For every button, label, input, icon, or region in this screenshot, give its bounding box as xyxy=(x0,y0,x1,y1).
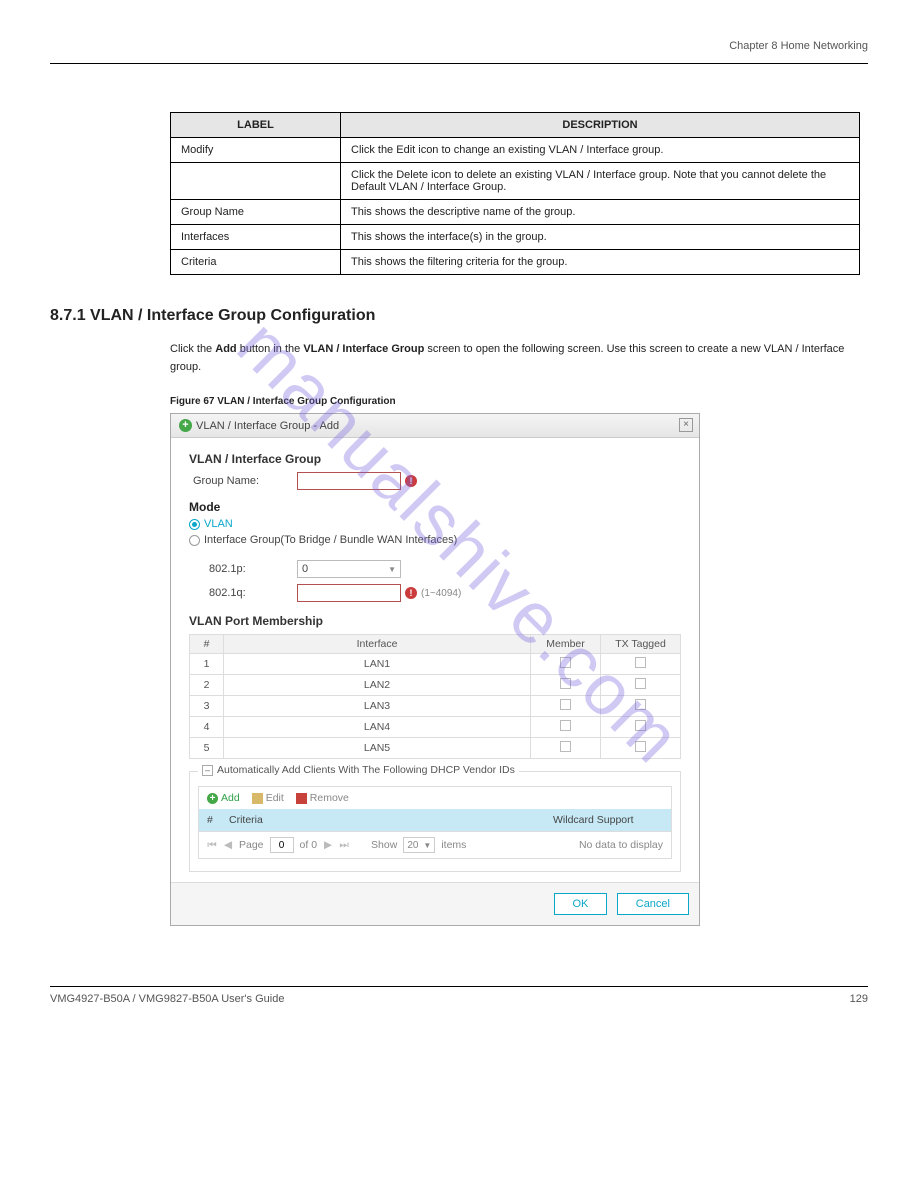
port-head-iface: Interface xyxy=(224,635,531,654)
radio-vlan-label[interactable]: VLAN xyxy=(204,518,233,530)
8021q-hint: (1~4094) xyxy=(421,588,461,599)
row-label: Criteria xyxy=(171,250,341,275)
mode-title: Mode xyxy=(189,500,681,514)
member-checkbox[interactable] xyxy=(560,699,571,710)
member-checkbox[interactable] xyxy=(560,741,571,752)
footer-left: VMG4927-B50A / VMG9827-B50A User's Guide xyxy=(50,993,284,1005)
remove-button[interactable]: Remove xyxy=(296,792,349,804)
plus-icon: + xyxy=(179,419,192,432)
port-table: # Interface Member TX Tagged 1 LAN1 2 xyxy=(189,634,681,759)
txtagged-checkbox[interactable] xyxy=(635,699,646,710)
error-icon: ! xyxy=(405,475,417,487)
txtagged-checkbox[interactable] xyxy=(635,657,646,668)
8021p-select[interactable]: 0 ▼ xyxy=(297,560,401,578)
port-head-num: # xyxy=(190,635,224,654)
pager-prev-icon[interactable]: ◀ xyxy=(223,839,233,851)
row-desc: This shows the filtering criteria for th… xyxy=(341,250,860,275)
summary-head-label: LABEL xyxy=(171,113,341,138)
radio-iface-group-label[interactable]: Interface Group(To Bridge / Bundle WAN I… xyxy=(204,534,457,546)
row-label xyxy=(171,163,341,200)
port-head-member: Member xyxy=(531,635,601,654)
port-row: 1 LAN1 xyxy=(190,654,681,675)
edit-button[interactable]: Edit xyxy=(252,792,284,804)
dhcp-vendor-group: – Automatically Add Clients With The Fol… xyxy=(189,771,681,872)
chevron-down-icon: ▼ xyxy=(388,565,396,574)
table-row: Click the Delete icon to delete an exist… xyxy=(171,163,860,200)
port-row: 2 LAN2 xyxy=(190,675,681,696)
port-membership-title: VLAN Port Membership xyxy=(189,614,681,628)
items-select[interactable]: 20 ▼ xyxy=(403,837,435,853)
footer-right: 129 xyxy=(850,993,868,1005)
row-desc: Click the Delete icon to delete an exist… xyxy=(341,163,860,200)
modal-title: VLAN / Interface Group - Add xyxy=(196,420,339,432)
ok-button[interactable]: OK xyxy=(554,893,608,915)
section-heading: 8.7.1 VLAN / Interface Group Configurati… xyxy=(50,307,868,325)
txtagged-checkbox[interactable] xyxy=(635,720,646,731)
row-label: Interfaces xyxy=(171,225,341,250)
row-label: Modify xyxy=(171,138,341,163)
section-paragraph: Click the Add button in the VLAN / Inter… xyxy=(170,341,870,376)
table-row: Group Name This shows the descriptive na… xyxy=(171,200,860,225)
header-right: Chapter 8 Home Networking xyxy=(729,40,868,52)
8021q-input[interactable] xyxy=(297,584,401,602)
pager-last-icon[interactable]: ⏭ xyxy=(339,839,349,852)
remove-icon xyxy=(296,793,307,804)
row-desc: This shows the interface(s) in the group… xyxy=(341,225,860,250)
chevron-down-icon: ▼ xyxy=(423,841,431,850)
pager-next-icon[interactable]: ▶ xyxy=(323,839,333,851)
error-icon: ! xyxy=(405,587,417,599)
port-head-tag: TX Tagged xyxy=(601,635,681,654)
group-name-label: Group Name: xyxy=(189,475,297,487)
form-title: VLAN / Interface Group xyxy=(189,452,681,466)
row-desc: Click the Edit icon to change an existin… xyxy=(341,138,860,163)
cancel-button[interactable]: Cancel xyxy=(617,893,689,915)
group-name-input[interactable] xyxy=(297,472,401,490)
port-row: 5 LAN5 xyxy=(190,738,681,759)
txtagged-checkbox[interactable] xyxy=(635,678,646,689)
criteria-header: # Criteria Wildcard Support xyxy=(198,809,672,832)
modal-dialog: + VLAN / Interface Group - Add × VLAN / … xyxy=(170,413,700,926)
table-row: Criteria This shows the filtering criter… xyxy=(171,250,860,275)
close-icon[interactable]: × xyxy=(679,418,693,432)
no-data-text: No data to display xyxy=(579,839,663,851)
table-row: Interfaces This shows the interface(s) i… xyxy=(171,225,860,250)
8021q-label: 802.1q: xyxy=(205,587,297,599)
edit-icon xyxy=(252,793,263,804)
summary-table: LABEL DESCRIPTION Modify Click the Edit … xyxy=(170,112,860,275)
table-row: Modify Click the Edit icon to change an … xyxy=(171,138,860,163)
page-header: Chapter 8 Home Networking xyxy=(50,40,868,64)
collapse-icon[interactable]: – xyxy=(202,765,213,776)
pager: ⏮ ◀ Page of 0 ▶ ⏭ Show 20 ▼ items No dat… xyxy=(198,832,672,859)
radio-vlan[interactable] xyxy=(189,519,200,530)
dhcp-legend-text: Automatically Add Clients With The Follo… xyxy=(217,764,515,776)
plus-icon: + xyxy=(207,793,218,804)
radio-iface-group[interactable] xyxy=(189,535,200,546)
port-row: 4 LAN4 xyxy=(190,717,681,738)
page-footer: VMG4927-B50A / VMG9827-B50A User's Guide… xyxy=(50,986,868,1006)
member-checkbox[interactable] xyxy=(560,657,571,668)
page-input[interactable] xyxy=(270,837,294,853)
port-row: 3 LAN3 xyxy=(190,696,681,717)
txtagged-checkbox[interactable] xyxy=(635,741,646,752)
add-button[interactable]: + Add xyxy=(207,792,240,804)
pager-first-icon[interactable]: ⏮ xyxy=(207,839,217,852)
member-checkbox[interactable] xyxy=(560,720,571,731)
8021p-label: 802.1p: xyxy=(205,563,297,575)
figure-caption: Figure 67 VLAN / Interface Group Configu… xyxy=(170,396,868,407)
member-checkbox[interactable] xyxy=(560,678,571,689)
row-desc: This shows the descriptive name of the g… xyxy=(341,200,860,225)
dhcp-toolbar: + Add Edit Remove xyxy=(198,786,672,809)
modal-header: + VLAN / Interface Group - Add × xyxy=(171,414,699,438)
summary-head-desc: DESCRIPTION xyxy=(341,113,860,138)
row-label: Group Name xyxy=(171,200,341,225)
